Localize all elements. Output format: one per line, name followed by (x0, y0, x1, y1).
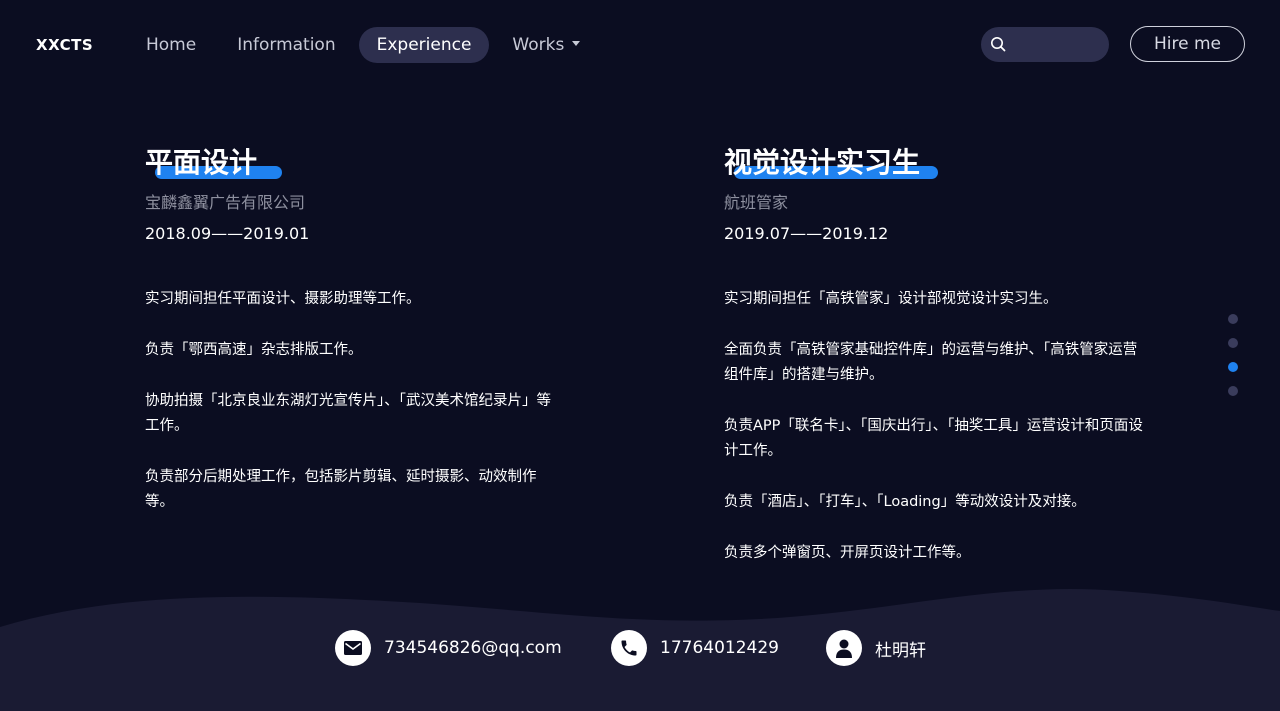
duty-item: 全面负责「高铁管家基础控件库」的运营与维护、「高铁管家运营组件库」的搭建与维护。 (724, 342, 1138, 383)
page-dot-1[interactable] (1228, 314, 1238, 324)
main-nav: Home Information Experience Works (128, 27, 603, 63)
nav-works[interactable]: Works (494, 27, 598, 63)
contact-name[interactable]: 杜明轩 (826, 630, 926, 666)
duty-item: 实习期间担任「高铁管家」设计部视觉设计实习生。 (724, 291, 1058, 307)
page-dot-4[interactable] (1228, 386, 1238, 396)
employment-period: 2018.09——2019.01 (145, 224, 310, 243)
duty-item: 负责多个弹窗页、开屏页设计工作等。 (724, 545, 971, 561)
duty-item: 负责「鄂西高速」杂志排版工作。 (145, 342, 363, 358)
user-icon (826, 630, 862, 666)
experience-card-2: 视觉设计实习生 航班管家 2019.07——2019.12 实习期间担任「高铁管… (724, 144, 1164, 592)
brand-logo[interactable]: XXCTS (36, 36, 93, 54)
mail-icon (335, 630, 371, 666)
contact-phone[interactable]: 17764012429 (611, 630, 779, 666)
nav-information[interactable]: Information (219, 27, 353, 63)
page-dot-2[interactable] (1228, 338, 1238, 348)
company-name: 宝麟鑫翼广告有限公司 (145, 193, 306, 212)
duty-item: 负责「酒店」、「打车」、「Loading」等动效设计及对接。 (724, 494, 1086, 510)
page-dot-3[interactable] (1228, 362, 1238, 372)
duty-item: 负责部分后期处理工作，包括影片剪辑、延时摄影、动效制作等。 (145, 469, 537, 510)
experience-card-1: 平面设计 宝麟鑫翼广告有限公司 2018.09——2019.01 实习期间担任平… (145, 144, 575, 541)
chevron-down-icon (572, 40, 581, 46)
contact-email[interactable]: 734546826@qq.com (335, 630, 562, 666)
hire-me-button[interactable]: Hire me (1130, 26, 1245, 62)
search-box[interactable] (981, 27, 1109, 64)
search-icon (991, 37, 1006, 52)
duty-list: 实习期间担任「高铁管家」设计部视觉设计实习生。 全面负责「高铁管家基础控件库」的… (724, 287, 1164, 566)
job-title: 平面设计 (145, 144, 575, 182)
phone-number: 17764012429 (660, 638, 779, 658)
page-indicator (1228, 314, 1238, 410)
duty-list: 实习期间担任平面设计、摄影助理等工作。 负责「鄂西高速」杂志排版工作。 协助拍摄… (145, 287, 575, 515)
email-address: 734546826@qq.com (384, 638, 562, 658)
duty-item: 协助拍摄「北京良业东湖灯光宣传片」、「武汉美术馆纪录片」等工作。 (145, 393, 551, 434)
job-title: 视觉设计实习生 (724, 144, 1164, 182)
duty-item: 负责APP「联名卡」、「国庆出行」、「抽奖工具」运营设计和页面设计工作。 (724, 418, 1143, 459)
phone-icon (611, 630, 647, 666)
search-input[interactable] (1013, 27, 1105, 64)
employment-period: 2019.07——2019.12 (724, 224, 889, 243)
person-name: 杜明轩 (875, 640, 926, 661)
company-name: 航班管家 (724, 193, 789, 212)
nav-home[interactable]: Home (128, 27, 214, 63)
duty-item: 实习期间担任平面设计、摄影助理等工作。 (145, 291, 421, 307)
nav-works-label: Works (512, 35, 565, 55)
nav-experience[interactable]: Experience (358, 27, 490, 63)
